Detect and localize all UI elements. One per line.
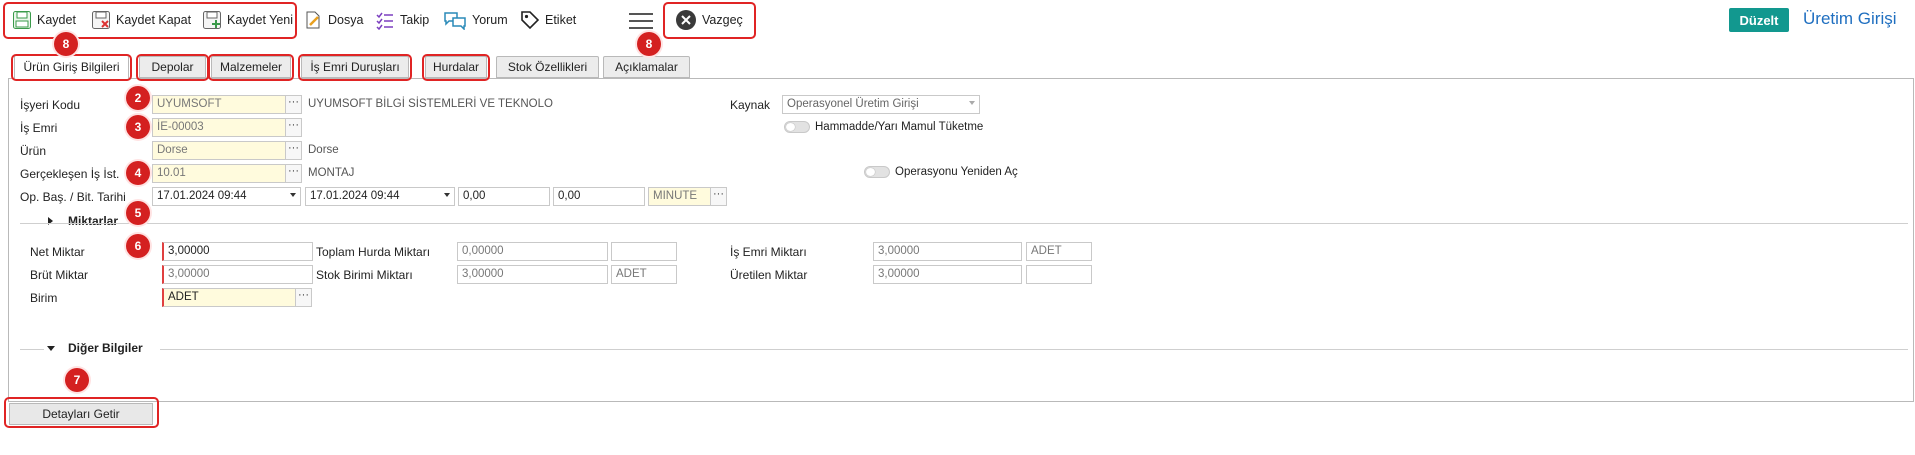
net-quantity-input[interactable]: 3,00000 xyxy=(162,242,313,261)
station-name: MONTAJ xyxy=(308,167,355,179)
annotation-box-tab-3 xyxy=(208,54,294,81)
comment-label: Yorum xyxy=(472,13,508,27)
annotation-badge: 8 xyxy=(54,32,78,56)
op-duration-input-2[interactable]: 0,00 xyxy=(553,187,645,206)
consume-toggle-label: Hammadde/Yarı Mamul Tüketme xyxy=(815,121,984,133)
follow-label: Takip xyxy=(400,13,430,27)
workplace-label: İşyeri Kodu xyxy=(20,98,81,112)
op-end-date-input[interactable]: 17.01.2024 09:44 xyxy=(305,187,455,206)
expand-down-icon[interactable] xyxy=(47,346,55,351)
annotation-box-cancel xyxy=(663,2,756,39)
checklist-icon xyxy=(376,12,393,30)
op-unit-input[interactable]: MINUTE xyxy=(648,187,711,206)
hamburger-menu-icon[interactable] xyxy=(629,12,653,29)
source-select[interactable]: Operasyonel Üretim Girişi xyxy=(782,95,980,114)
work-order-input[interactable]: İE-00003 xyxy=(152,118,286,137)
total-scrap-label: Toplam Hurda Miktarı xyxy=(316,245,431,259)
product-name: Dorse xyxy=(308,144,339,156)
op-dates-label: Op. Baş. / Bit. Tarihi xyxy=(20,190,126,204)
product-label: Ürün xyxy=(20,144,47,158)
chevron-down-icon xyxy=(444,193,450,197)
reopen-operation-toggle[interactable] xyxy=(864,166,890,178)
chevron-down-icon xyxy=(290,193,296,197)
unit-label: Birim xyxy=(30,291,58,305)
source-select-value: Operasyonel Üretim Girişi xyxy=(787,98,919,110)
reopen-operation-label: Operasyonu Yeniden Aç xyxy=(895,166,1018,178)
total-scrap-unit-input[interactable] xyxy=(611,242,677,261)
file-edit-icon xyxy=(306,11,320,29)
comment-button[interactable]: Yorum xyxy=(443,6,508,34)
annotation-box-save-group xyxy=(3,2,297,39)
stock-unit-qty-input[interactable]: 3,00000 xyxy=(457,265,608,284)
annotation-badge: 8 xyxy=(637,32,661,56)
comment-icon xyxy=(444,12,466,30)
work-order-label: İş Emri xyxy=(20,121,58,135)
annotation-box-tab-2 xyxy=(136,54,209,81)
tab-descriptions[interactable]: Açıklamalar xyxy=(603,56,690,78)
page-title: Üretim Girişi xyxy=(1803,9,1897,28)
gross-quantity-input[interactable]: 3,00000 xyxy=(162,265,313,284)
tab-stock-properties[interactable]: Stok Özellikleri xyxy=(496,56,599,78)
produced-qty-input[interactable]: 3,00000 xyxy=(873,265,1022,284)
tag-button[interactable]: Etiket xyxy=(520,6,576,34)
unit-lookup-button[interactable]: ··· xyxy=(295,288,312,307)
workplace-lookup-button[interactable]: ··· xyxy=(285,95,302,114)
quantities-divider xyxy=(20,223,1908,224)
source-label: Kaynak xyxy=(730,98,771,112)
quantities-section-title[interactable]: Miktarlar xyxy=(68,214,118,228)
op-unit-lookup-button[interactable]: ··· xyxy=(710,187,727,206)
tag-label: Etiket xyxy=(545,13,577,27)
station-lookup-button[interactable]: ··· xyxy=(285,164,302,183)
other-divider-left xyxy=(20,349,44,350)
tag-icon xyxy=(521,11,540,30)
net-quantity-label: Net Miktar xyxy=(30,245,85,259)
annotation-badge: 2 xyxy=(126,86,150,110)
edit-button[interactable]: Düzelt xyxy=(1729,8,1789,32)
other-divider-right xyxy=(160,349,1908,350)
stock-unit-qty-label: Stok Birimi Miktarı xyxy=(316,268,413,282)
product-lookup-button[interactable]: ··· xyxy=(285,141,302,160)
annotation-badge: 4 xyxy=(126,161,150,185)
file-label: Dosya xyxy=(328,13,364,27)
work-order-qty-input[interactable]: 3,00000 xyxy=(873,242,1022,261)
workplace-code-input[interactable]: UYUMSOFT xyxy=(152,95,286,114)
total-scrap-input[interactable]: 0,00000 xyxy=(457,242,608,261)
op-duration-input-1[interactable]: 0,00 xyxy=(458,187,550,206)
work-order-lookup-button[interactable]: ··· xyxy=(285,118,302,137)
annotation-box-tab-4 xyxy=(298,54,412,81)
produced-qty-label: Üretilen Miktar xyxy=(730,268,808,282)
annotation-badge: 5 xyxy=(126,201,150,225)
station-label: Gerçekleşen İş İst. xyxy=(20,167,120,181)
annotation-box-details xyxy=(4,397,159,428)
other-info-section-title[interactable]: Diğer Bilgiler xyxy=(68,341,143,355)
annotation-badge: 7 xyxy=(65,368,89,392)
produced-qty-unit-input[interactable] xyxy=(1026,265,1092,284)
follow-button[interactable]: Takip xyxy=(375,6,429,34)
annotation-box-tab-5 xyxy=(422,54,490,81)
station-input[interactable]: 10.01 xyxy=(152,164,286,183)
annotation-box-tab-1 xyxy=(11,54,132,81)
op-start-date-input[interactable]: 17.01.2024 09:44 xyxy=(152,187,301,206)
stock-unit-input[interactable]: ADET xyxy=(611,265,677,284)
work-order-qty-unit-input[interactable]: ADET xyxy=(1026,242,1092,261)
annotation-badge: 3 xyxy=(126,115,150,139)
op-start-date-value: 17.01.2024 09:44 xyxy=(157,190,247,202)
work-order-qty-label: İş Emri Miktarı xyxy=(730,245,807,259)
chevron-down-icon xyxy=(969,101,975,105)
op-end-date-value: 17.01.2024 09:44 xyxy=(310,190,400,202)
workplace-name: UYUMSOFT BİLGİ SİSTEMLERİ VE TEKNOLO xyxy=(308,98,553,110)
unit-input[interactable]: ADET xyxy=(162,288,296,307)
annotation-badge: 6 xyxy=(126,234,150,258)
consume-toggle[interactable] xyxy=(784,121,810,133)
file-button[interactable]: Dosya xyxy=(303,6,363,34)
gross-quantity-label: Brüt Miktar xyxy=(30,268,89,282)
product-input[interactable]: Dorse xyxy=(152,141,286,160)
